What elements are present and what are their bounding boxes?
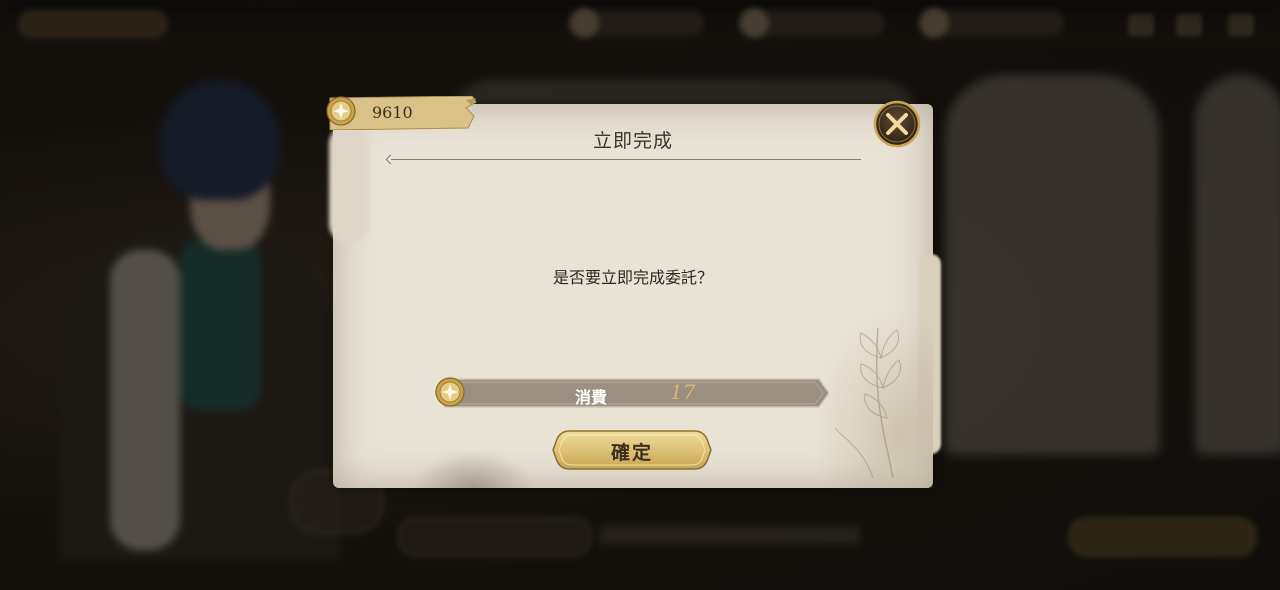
wheat-decoration-icon [834, 327, 902, 478]
cost-label: 消費 [575, 388, 608, 407]
gold-coin-icon [435, 377, 465, 407]
cost-bar: 消費 17 [435, 377, 829, 409]
confirm-button[interactable]: 確定 [551, 429, 713, 471]
dialog-title: 立即完成 [592, 130, 673, 152]
currency-display: 9610 [326, 96, 478, 130]
cost-value: 17 [670, 380, 696, 404]
dialog-paper: 立即完成 是否要立即完成委託？ 消費 17 確定 [329, 104, 941, 488]
instant-complete-dialog: 立即完成 是否要立即完成委託？ 消費 17 確定 9610 [326, 96, 941, 488]
close-icon[interactable] [873, 100, 921, 148]
confirm-message: 是否要立即完成委託？ [552, 268, 713, 287]
gold-coin-icon [326, 96, 356, 126]
currency-amount: 9610 [372, 103, 413, 122]
confirm-button-label: 確定 [610, 442, 653, 464]
title-divider [391, 159, 861, 160]
